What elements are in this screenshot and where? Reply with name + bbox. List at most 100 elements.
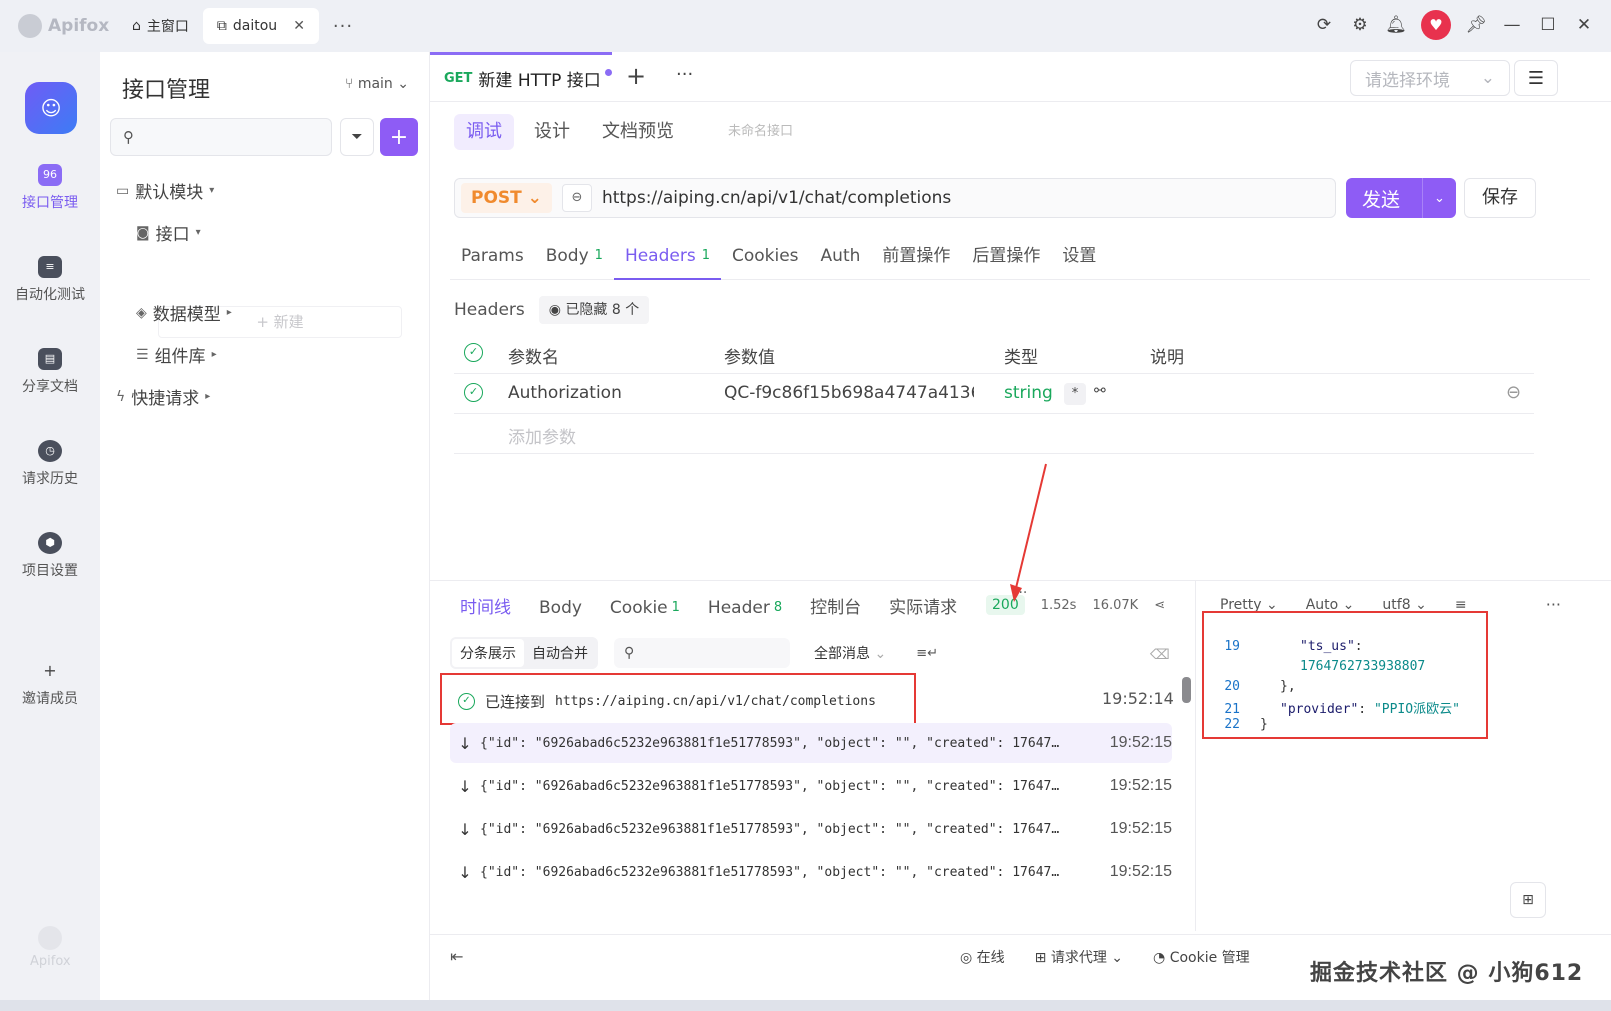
tree-item-data-models[interactable]: ◈ 数据模型 ▸: [136, 300, 466, 326]
rail-item-project-settings[interactable]: ⬢ 项目设置: [0, 532, 100, 580]
tab-response-cookie[interactable]: Cookie 1: [596, 593, 694, 623]
tree-item-quick-requests[interactable]: ϟ 快捷请求 ▸: [116, 384, 446, 410]
row-checkbox[interactable]: ✓: [464, 383, 483, 402]
hidden-headers-toggle[interactable]: ◉ 已隐藏 8 个: [538, 296, 650, 324]
cookie-manager[interactable]: ◔ Cookie 管理: [1153, 947, 1250, 967]
rail-item-automation[interactable]: ≡ 自动化测试: [0, 256, 100, 304]
layout-toggle-button[interactable]: ⊞: [1510, 882, 1546, 918]
tab-response-body[interactable]: Body: [525, 593, 596, 623]
tab-settings[interactable]: 设置: [1051, 232, 1107, 280]
unsaved-dot: [604, 69, 612, 76]
proxy-select[interactable]: ⊞ 请求代理 ⌄: [1035, 947, 1123, 967]
branch-selector[interactable]: ⑂ main ⌄: [345, 76, 409, 92]
share-icon[interactable]: ⋖: [1154, 598, 1165, 613]
link-icon[interactable]: ⊖: [561, 184, 592, 212]
tree-item-components[interactable]: ☰ 组件库 ▸: [136, 342, 466, 368]
chevron-down-icon[interactable]: ⌄: [1422, 178, 1456, 218]
tab-daitou[interactable]: ⧉ daitou ✕: [202, 8, 319, 44]
caret-icon: ▸: [211, 349, 217, 360]
tree-item-api[interactable]: ◙ 接口 ▾: [136, 220, 466, 246]
tab-body[interactable]: Body 1: [535, 232, 614, 280]
close-window-icon[interactable]: ✕: [1573, 14, 1595, 36]
annotation-arrow: [1010, 463, 1047, 602]
headers-table: ✓ 参数名 参数值 类型 说明 ✓ Authorization QC-f9c86…: [454, 334, 1534, 454]
rail-item-api-management[interactable]: 96 接口管理: [0, 164, 100, 212]
tab-response-header[interactable]: Header 8: [694, 593, 796, 623]
minimize-icon[interactable]: —: [1501, 14, 1523, 36]
column-header: 类型: [1004, 348, 1038, 368]
tab-main-window[interactable]: ⌂ 主窗口: [118, 8, 203, 44]
tab-post-request[interactable]: 后置操作: [961, 232, 1051, 280]
tab-console[interactable]: 控制台: [796, 593, 875, 623]
required-toggle[interactable]: *: [1064, 383, 1086, 405]
param-value-cell[interactable]: QC-f9c86f15b698a4747a41367d0: [724, 383, 974, 403]
clear-icon[interactable]: ⌫: [1150, 647, 1170, 663]
add-button[interactable]: +: [380, 118, 418, 156]
rail-item-history[interactable]: ◷ 请求历史: [0, 440, 100, 488]
url-input[interactable]: https://aiping.cn/api/v1/chat/completion…: [602, 188, 951, 208]
timeline-scrollbar[interactable]: [1182, 677, 1191, 703]
tab-actual-request[interactable]: 实际请求: [875, 593, 971, 623]
tab-cookies[interactable]: Cookies: [721, 232, 810, 280]
list-item[interactable]: ↓ {"id": "6926abad6c5232e963881f1e5177859…: [450, 766, 1172, 806]
add-param-input[interactable]: 添加参数: [508, 423, 576, 448]
avatar[interactable]: ♥: [1421, 10, 1451, 40]
message-filter-select[interactable]: 全部消息 ⌄: [814, 643, 886, 663]
save-button[interactable]: 保存: [1464, 178, 1536, 218]
param-tabs: Params Body 1 Headers 1 Cookies Auth 前置操作 …: [450, 232, 1590, 280]
list-item[interactable]: ↓ {"id": "6926abad6c5232e963881f1e5177859…: [450, 852, 1172, 892]
close-tab-icon[interactable]: ✕: [293, 18, 305, 34]
pin-icon[interactable]: 📌︎: [1465, 14, 1487, 36]
collapse-sidebar-icon[interactable]: ⇤: [450, 947, 463, 966]
segment-split[interactable]: 分条展示: [452, 639, 524, 667]
send-button[interactable]: 发送 ⌄: [1346, 178, 1456, 218]
tab-debug[interactable]: 调试: [454, 114, 514, 150]
tab-pre-request[interactable]: 前置操作: [871, 232, 961, 280]
tab-more-button[interactable]: ···: [676, 64, 693, 85]
gear-icon[interactable]: ⚙: [1349, 14, 1371, 36]
chevron-down-icon: ⌄: [1480, 68, 1495, 88]
remove-row-icon[interactable]: ⊖: [1506, 382, 1521, 403]
json-more-button[interactable]: ···: [1546, 595, 1561, 614]
open-link-icon: ⧉: [216, 18, 227, 34]
maximize-icon[interactable]: ☐: [1537, 14, 1559, 36]
rail-item-share-docs[interactable]: ▤ 分享文档: [0, 348, 100, 396]
chevron-down-icon: ⌄: [870, 646, 887, 662]
tab-design[interactable]: 设计: [522, 114, 582, 150]
request-tab[interactable]: GET 新建 HTTP 接口: [430, 52, 612, 102]
new-tab-button[interactable]: +: [626, 62, 646, 90]
bell-icon[interactable]: 🔔︎: [1385, 14, 1407, 36]
select-all-checkbox[interactable]: ✓: [464, 343, 483, 362]
tab-doc-preview[interactable]: 文档预览: [590, 114, 686, 150]
menu-icon: ☰: [1527, 67, 1545, 89]
online-status[interactable]: ◎ 在线: [960, 947, 1005, 967]
param-settings-icon[interactable]: ⚯: [1094, 383, 1106, 399]
more-tabs-button[interactable]: ···: [333, 16, 353, 37]
left-rail: ☺ 96 接口管理 ≡ 自动化测试 ▤ 分享文档 ◷ 请求历史 ⬢ 项目设置 + 邀请成员 …: [0, 52, 100, 1011]
arrow-down-icon: ↓: [458, 862, 472, 882]
tab-timeline[interactable]: 时间线: [446, 593, 525, 623]
list-item[interactable]: ↓ {"id": "6926abad6c5232e963881f1e5177859…: [450, 723, 1172, 763]
chevron-down-icon: ⌄: [1106, 950, 1124, 966]
filter-button[interactable]: ⏷: [340, 118, 374, 156]
method-select[interactable]: POST ⌄: [461, 183, 552, 213]
hamburger-menu-button[interactable]: ☰: [1514, 60, 1558, 96]
environment-select[interactable]: 请选择环境 ⌄: [1350, 60, 1510, 96]
segment-merge[interactable]: 自动合并: [524, 639, 596, 667]
project-icon[interactable]: ☺: [25, 82, 77, 134]
wrap-lines-icon[interactable]: ≡↵: [916, 646, 938, 661]
param-name-cell[interactable]: Authorization: [508, 383, 622, 403]
tab-auth[interactable]: Auth: [810, 232, 872, 280]
list-item[interactable]: ↓ {"id": "6926abad6c5232e963881f1e5177859…: [450, 809, 1172, 849]
rail-item-invite-members[interactable]: + 邀请成员: [0, 660, 100, 708]
refresh-icon[interactable]: ⟳: [1313, 14, 1335, 36]
tab-headers[interactable]: Headers 1: [613, 232, 721, 280]
plus-icon: +: [389, 124, 409, 150]
sidebar-search-input[interactable]: ⚲: [110, 118, 332, 156]
param-type-select[interactable]: string: [1004, 383, 1053, 403]
tab-params[interactable]: Params: [450, 232, 535, 280]
tree-item-default-module[interactable]: ▭ 默认模块 ▾: [116, 178, 446, 204]
proxy-icon: ⊞: [1034, 950, 1051, 966]
api-name-hint[interactable]: 未命名接口: [716, 114, 805, 150]
timeline-search-input[interactable]: ⚲: [614, 638, 790, 668]
